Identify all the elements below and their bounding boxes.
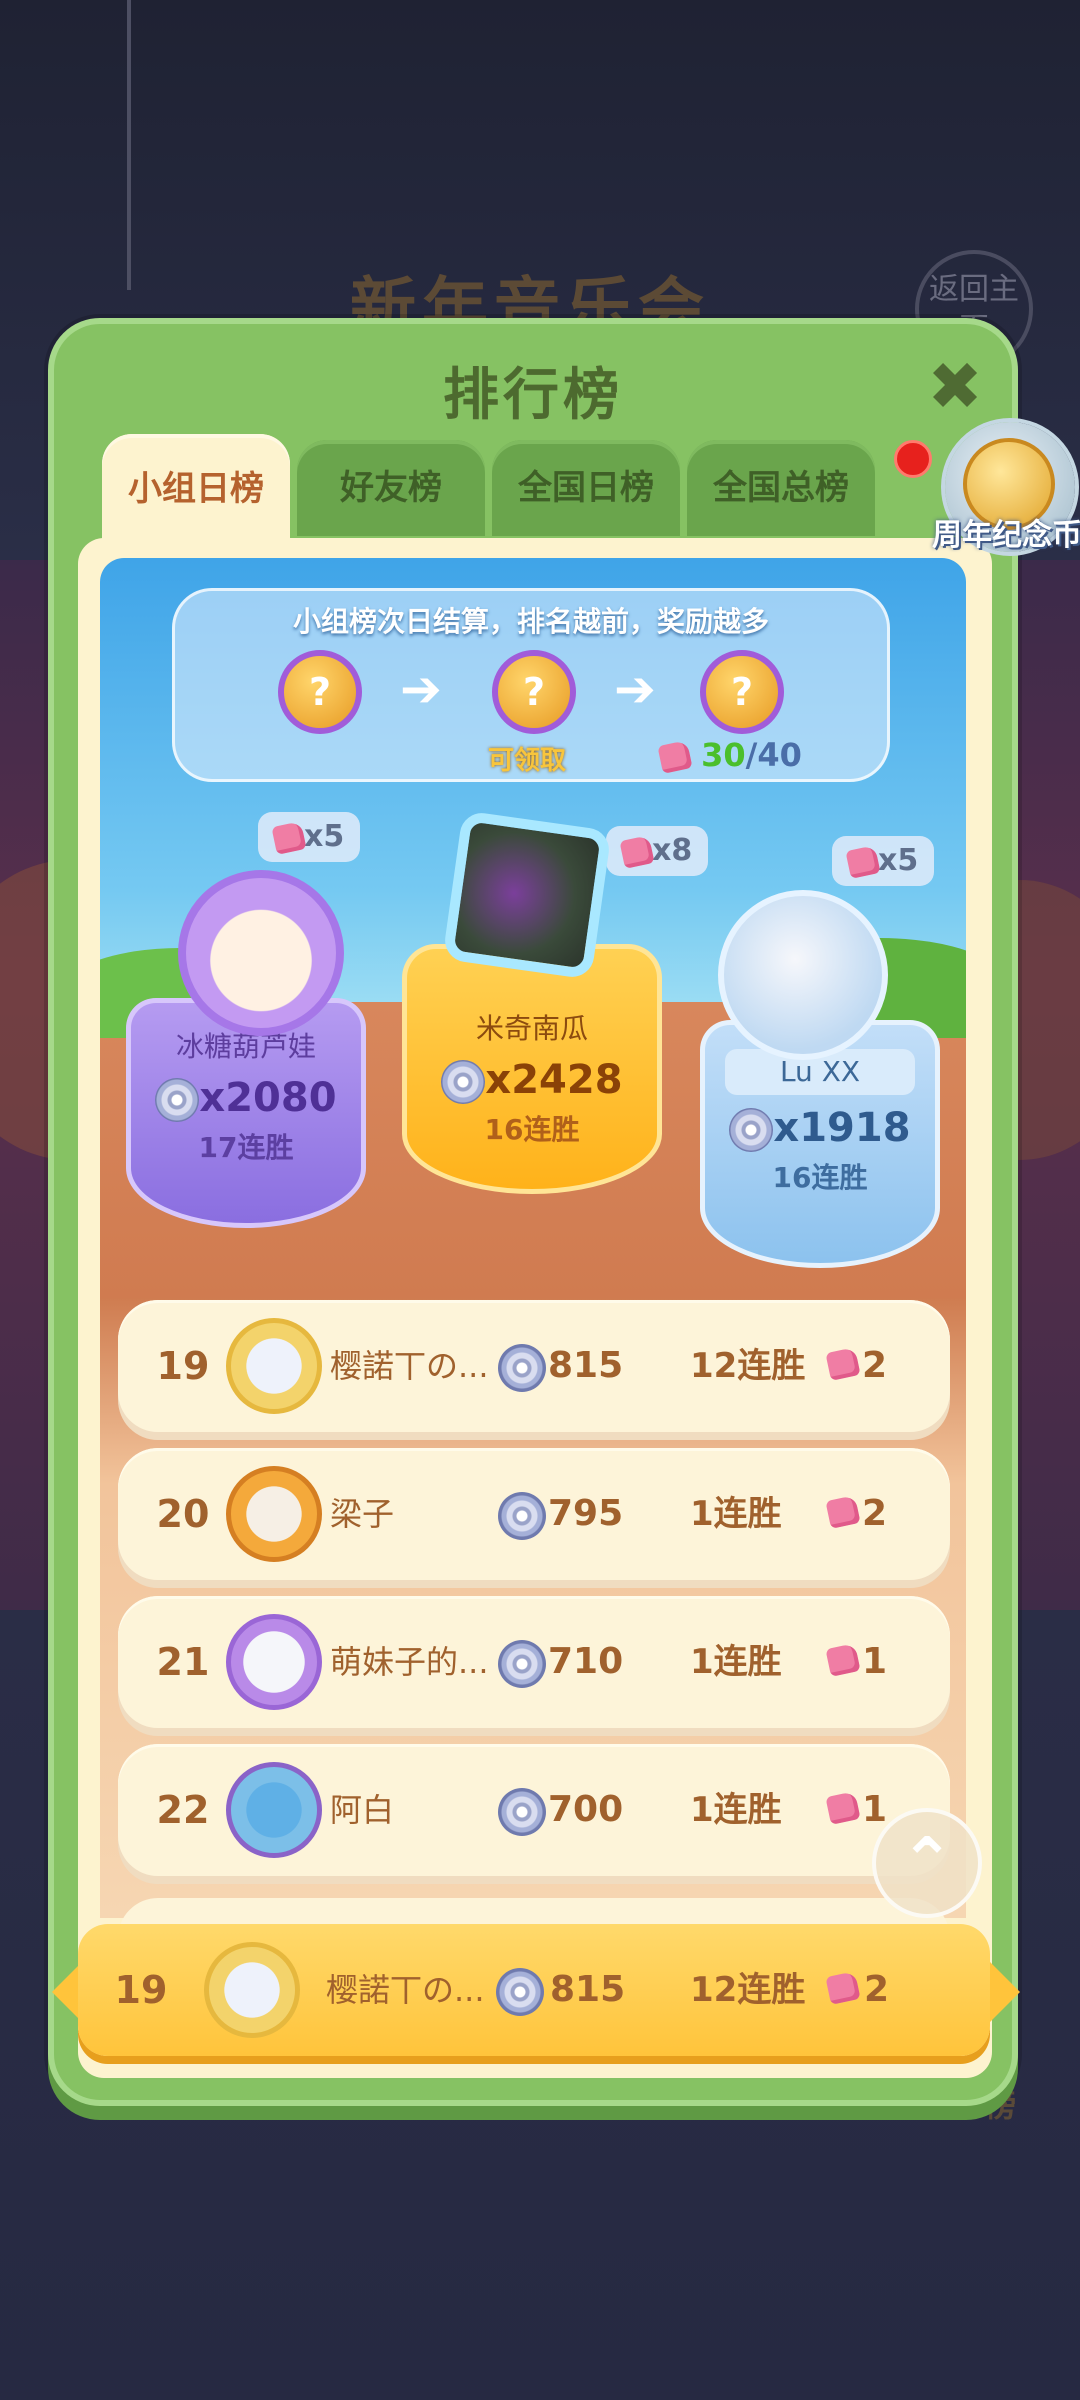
- row-rank: 22: [156, 1788, 210, 1832]
- disc-icon: [498, 1492, 546, 1540]
- disc-icon: [496, 1968, 544, 2016]
- scroll-to-top-button[interactable]: ⌃: [872, 1808, 982, 1918]
- card-progress: 30/40: [657, 736, 802, 774]
- first-avatar[interactable]: [442, 810, 612, 980]
- row-score: 795: [548, 1493, 624, 1534]
- second-score: x2080: [131, 1075, 361, 1122]
- row-streak: 12连胜: [690, 1970, 806, 2010]
- disc-icon: [729, 1108, 774, 1152]
- card-icon: [845, 844, 881, 879]
- row-streak: 1连胜: [690, 1790, 782, 1830]
- first-card-bubble: x8: [606, 826, 709, 876]
- avatar[interactable]: [204, 1942, 300, 2038]
- card-icon: [825, 1971, 861, 2005]
- first-streak: 16连胜: [484, 1113, 580, 1146]
- row-cards: 2: [862, 1493, 888, 1534]
- progress-current: 30: [701, 736, 746, 774]
- third-card-bubble: x5: [832, 836, 935, 886]
- first-card-count: x8: [652, 833, 693, 868]
- arrow-right-icon: ➔: [614, 660, 656, 718]
- disc-icon: [498, 1344, 546, 1392]
- card-icon: [825, 1791, 861, 1825]
- row-streak: 12连胜: [690, 1346, 806, 1386]
- disc-icon: [498, 1788, 546, 1836]
- second-avatar[interactable]: [178, 870, 344, 1036]
- card-icon: [657, 740, 693, 774]
- avatar[interactable]: [226, 1614, 322, 1710]
- second-card-count: x5: [304, 819, 345, 854]
- card-icon: [271, 820, 307, 855]
- my-rank-row[interactable]: 19 樱諾丅の... 815 12连胜 2: [78, 1924, 990, 2056]
- table-row[interactable]: 22 阿白 700 1连胜 1: [118, 1744, 950, 1876]
- table-row[interactable]: 19 樱諾丅の... 815 12连胜 2: [118, 1300, 950, 1432]
- first-score: x2428: [407, 1057, 657, 1104]
- tab-friends[interactable]: 好友榜: [297, 440, 485, 536]
- card-icon: [825, 1643, 861, 1677]
- row-rank: 21: [156, 1640, 210, 1684]
- avatar[interactable]: [226, 1466, 322, 1562]
- row-score: 815: [548, 1345, 624, 1386]
- close-icon[interactable]: ✖: [920, 354, 990, 424]
- card-icon: [825, 1495, 861, 1529]
- avatar[interactable]: [226, 1318, 322, 1414]
- tab-national-daily[interactable]: 全国日榜: [492, 440, 680, 536]
- reward-orb-3[interactable]: ?: [700, 650, 784, 734]
- row-rank: 19: [114, 1968, 168, 2012]
- second-streak: 17连胜: [198, 1131, 294, 1164]
- reward-orb-2[interactable]: ?: [492, 650, 576, 734]
- second-card-bubble: x5: [258, 812, 361, 862]
- disc-icon: [441, 1060, 486, 1104]
- reward-orb-1[interactable]: ?: [278, 650, 362, 734]
- third-card-count: x5: [878, 843, 919, 878]
- panel-title: 排行榜: [443, 363, 623, 428]
- notification-dot: [894, 440, 932, 478]
- third-avatar[interactable]: [718, 890, 888, 1060]
- row-streak: 1连胜: [690, 1494, 782, 1534]
- row-cards: 2: [862, 1345, 888, 1386]
- reward-rule-text: 小组榜次日结算，排名越前，奖励越多: [292, 605, 769, 638]
- row-rank: 20: [156, 1492, 210, 1536]
- arrow-right-icon: ➔: [400, 660, 442, 718]
- row-rank: 19: [156, 1344, 210, 1388]
- disc-icon: [155, 1078, 200, 1122]
- card-icon: [619, 834, 655, 869]
- hanging-string: [127, 0, 131, 290]
- first-name: 米奇南瓜: [475, 1012, 588, 1045]
- row-streak: 1连胜: [690, 1642, 782, 1682]
- row-cards: 1: [862, 1641, 888, 1682]
- claimable-label[interactable]: 可领取: [488, 740, 566, 777]
- progress-total: /40: [745, 736, 802, 774]
- podium-first[interactable]: 米奇南瓜 x2428 16连胜: [402, 944, 662, 1194]
- table-row[interactable]: 21 萌妹子的... 710 1连胜 1: [118, 1596, 950, 1728]
- disc-icon: [498, 1640, 546, 1688]
- tab-national-total[interactable]: 全国总榜: [687, 440, 875, 536]
- avatar[interactable]: [226, 1762, 322, 1858]
- anniversary-coin-label: 周年纪念币: [932, 518, 1080, 553]
- card-icon: [825, 1347, 861, 1381]
- row-score: 710: [548, 1641, 624, 1682]
- row-score: 815: [550, 1969, 626, 2010]
- row-score: 700: [548, 1789, 624, 1830]
- third-streak: 16连胜: [772, 1161, 868, 1194]
- third-score: x1918: [705, 1105, 935, 1152]
- row-cards: 2: [864, 1969, 890, 2010]
- table-row[interactable]: 20 梁子 795 1连胜 2: [118, 1448, 950, 1580]
- tab-group-daily[interactable]: 小组日榜: [102, 434, 290, 540]
- myrow-right-tip: [990, 1962, 1020, 2022]
